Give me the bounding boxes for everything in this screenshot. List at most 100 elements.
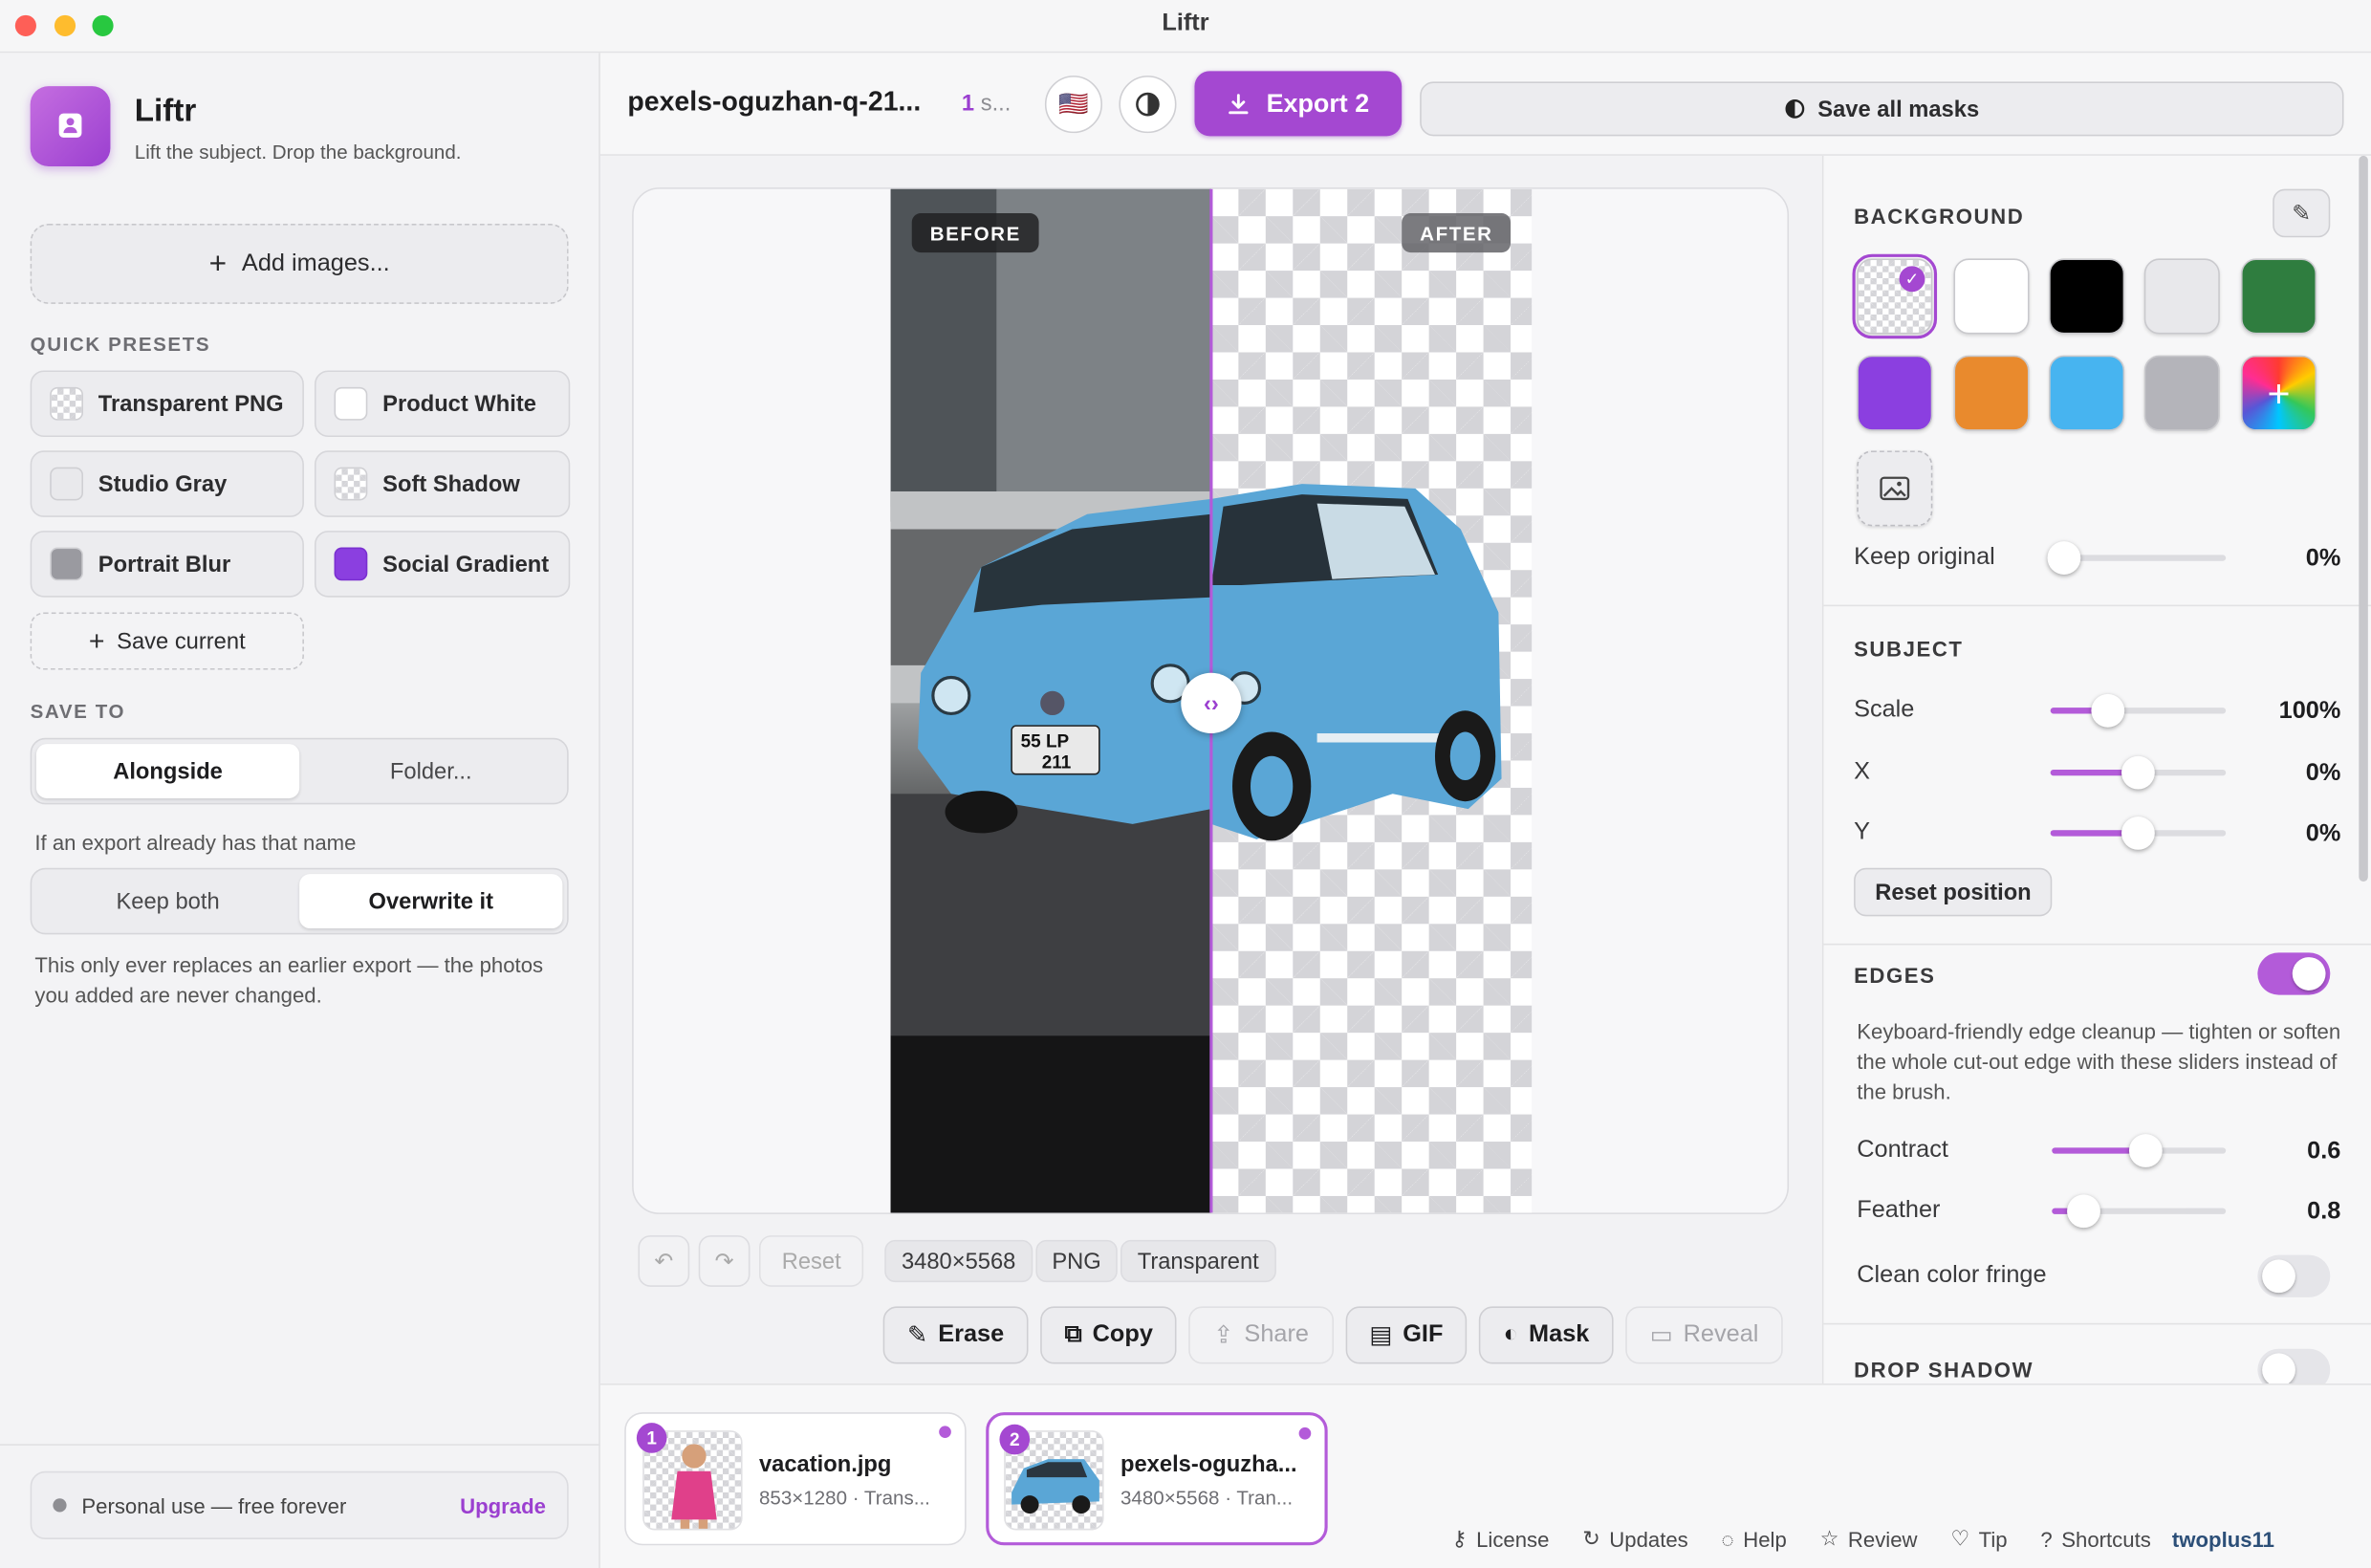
thumb-meta: 853×1280 · Trans...: [758, 1486, 930, 1510]
tip-link[interactable]: ♡ Tip: [1950, 1526, 2007, 1552]
reset-position-button[interactable]: Reset position: [1854, 867, 2053, 917]
bg-swatch-green[interactable]: [2240, 258, 2317, 335]
mask-button[interactable]: ◐ Mask: [1479, 1306, 1614, 1364]
updates-link-label: Updates: [1609, 1526, 1688, 1551]
bg-swatch-transparent[interactable]: ✓: [1852, 253, 1938, 339]
compare-slider-handle[interactable]: ‹›: [1181, 672, 1242, 734]
white-swatch-icon: [334, 386, 368, 421]
copy-button[interactable]: ⧉ Copy: [1040, 1306, 1178, 1364]
share-icon: ⇪: [1213, 1322, 1234, 1349]
undo-button[interactable]: ↶: [638, 1235, 690, 1287]
gif-button[interactable]: ▤ GIF: [1344, 1306, 1468, 1364]
erase-label: Erase: [938, 1321, 1005, 1348]
updates-link[interactable]: ↻ Updates: [1582, 1526, 1688, 1552]
selection-count: 1 s...: [962, 91, 1011, 117]
keep-both-option[interactable]: Keep both: [36, 874, 299, 928]
checkerboard-swatch-icon: [50, 386, 83, 421]
language-flag-button[interactable]: 🇺🇸: [1044, 76, 1103, 134]
contract-label: Contract: [1857, 1137, 1948, 1164]
share-button[interactable]: ⇪ Share: [1188, 1306, 1334, 1364]
checkmark-icon: ✓: [1899, 266, 1925, 293]
action-row: ✎ Erase ⧉ Copy ⇪ Share ▤ GIF ◐ Mask ▭ Reveal: [882, 1306, 1783, 1364]
x-slider[interactable]: [2050, 755, 2227, 790]
keep-original-slider[interactable]: [2047, 541, 2227, 575]
image-thumb-card[interactable]: 1 vacation.jpg 853×1280 · Trans...: [624, 1412, 967, 1546]
bg-swatch-light-gray[interactable]: [2143, 258, 2220, 335]
edges-toggle[interactable]: [2257, 952, 2331, 995]
drop-shadow-toggle[interactable]: [2257, 1348, 2331, 1384]
review-link[interactable]: ☆ Review: [1820, 1526, 1918, 1552]
help-link[interactable]: ◌ Help: [1722, 1527, 1787, 1551]
app-name: Liftr: [134, 94, 197, 129]
undo-icon: ↶: [654, 1249, 674, 1275]
bg-swatch-image[interactable]: [1857, 450, 1933, 527]
preset-social-gradient[interactable]: Social Gradient: [314, 531, 571, 598]
brand-logo[interactable]: twoplus11: [2172, 1527, 2274, 1551]
edit-background-button[interactable]: ✎: [2273, 188, 2331, 238]
save-current-preset-button[interactable]: + Save current: [30, 612, 304, 670]
bg-swatch-white[interactable]: [1953, 258, 2030, 335]
mask-icon: ◐: [1503, 1321, 1518, 1348]
x-label: X: [1854, 758, 1870, 785]
before-photo: 55 LP 211: [890, 188, 1211, 1213]
scale-slider[interactable]: [2050, 693, 2227, 728]
plus-icon: +: [88, 625, 105, 657]
plus-icon: +: [2267, 369, 2291, 416]
image-meta-row: ↶ ↷ Reset 3480×5568 PNG Transparent: [638, 1235, 1276, 1287]
plus-icon: +: [208, 247, 228, 281]
add-images-button[interactable]: + Add images...: [30, 224, 569, 304]
image-thumb-card-selected[interactable]: 2 pexels-oguzha... 3480×5568 · Tran...: [986, 1412, 1328, 1546]
preset-portrait-blur[interactable]: Portrait Blur: [30, 531, 304, 598]
top-toolbar: pexels-oguzhan-q-21... 1 s... 🇺🇸 Export …: [599, 53, 2371, 156]
key-icon: ⚷: [1451, 1525, 1468, 1551]
car-cutout-after: [1210, 484, 1502, 841]
preset-soft-shadow[interactable]: Soft Shadow: [314, 450, 571, 517]
app-window: Liftr Liftr Lift the subject. Drop the b…: [0, 0, 2371, 1568]
y-slider[interactable]: [2050, 817, 2227, 850]
save-to-alongside-option[interactable]: Alongside: [35, 744, 300, 799]
save-all-masks-button[interactable]: Save all masks: [1420, 81, 2344, 137]
preset-studio-gray[interactable]: Studio Gray: [30, 450, 304, 517]
contract-value: 0.6: [2307, 1138, 2341, 1165]
background-heading: BACKGROUND: [1854, 204, 2025, 229]
save-to-folder-option[interactable]: Folder...: [299, 744, 562, 798]
license-link-label: License: [1476, 1526, 1550, 1551]
preset-label: Soft Shadow: [382, 470, 520, 497]
preset-product-white[interactable]: Product White: [314, 370, 571, 438]
license-plate-line1: 55 LP: [1021, 731, 1070, 751]
app-tagline: Lift the subject. Drop the background.: [134, 141, 462, 163]
redo-icon: ↷: [714, 1249, 734, 1275]
quick-presets-heading: QUICK PRESETS: [30, 332, 211, 356]
section-divider: [1823, 943, 2371, 946]
settings-panel: BACKGROUND ✎ ✓ + Keep original 0% SUBJEC…: [1821, 155, 2371, 1384]
bg-swatch-custom-color[interactable]: +: [2240, 355, 2317, 431]
redo-button[interactable]: ↷: [698, 1235, 750, 1287]
upgrade-link[interactable]: Upgrade: [460, 1493, 546, 1517]
reveal-button[interactable]: ▭ Reveal: [1625, 1306, 1783, 1364]
clean-fringe-toggle[interactable]: [2257, 1254, 2331, 1297]
contrast-toggle-button[interactable]: [1119, 76, 1177, 134]
bg-swatch-gray[interactable]: [2143, 355, 2220, 431]
feather-slider[interactable]: [2052, 1194, 2227, 1229]
share-label: Share: [1244, 1321, 1309, 1348]
x-value: 0%: [2305, 760, 2341, 787]
reset-button[interactable]: Reset: [758, 1235, 864, 1287]
bg-swatch-blue[interactable]: [2049, 355, 2125, 431]
export-button[interactable]: Export 2: [1194, 71, 1403, 137]
conflict-note: This only ever replaces an earlier expor…: [34, 952, 544, 1008]
compare-canvas[interactable]: 55 LP 211 ‹› BEFORE AFTER: [632, 187, 1790, 1214]
contract-slider[interactable]: [2052, 1134, 2227, 1167]
gif-icon: ▤: [1369, 1322, 1393, 1349]
erase-button[interactable]: ✎ Erase: [882, 1306, 1029, 1364]
shortcuts-link[interactable]: ? Shortcuts: [2040, 1527, 2150, 1551]
bg-swatch-orange[interactable]: [1953, 355, 2030, 431]
license-link[interactable]: ⚷ License: [1451, 1526, 1549, 1552]
overwrite-option[interactable]: Overwrite it: [299, 874, 563, 929]
thumb-meta: 3480×5568 · Tran...: [1120, 1486, 1294, 1510]
settings-scrollbar[interactable]: [2359, 155, 2368, 882]
bg-swatch-purple[interactable]: [1857, 355, 1933, 431]
checkerboard-swatch-icon: [334, 467, 368, 501]
preset-transparent-png[interactable]: Transparent PNG: [30, 370, 304, 438]
image-icon: [1880, 476, 1910, 501]
bg-swatch-black[interactable]: [2049, 258, 2125, 335]
